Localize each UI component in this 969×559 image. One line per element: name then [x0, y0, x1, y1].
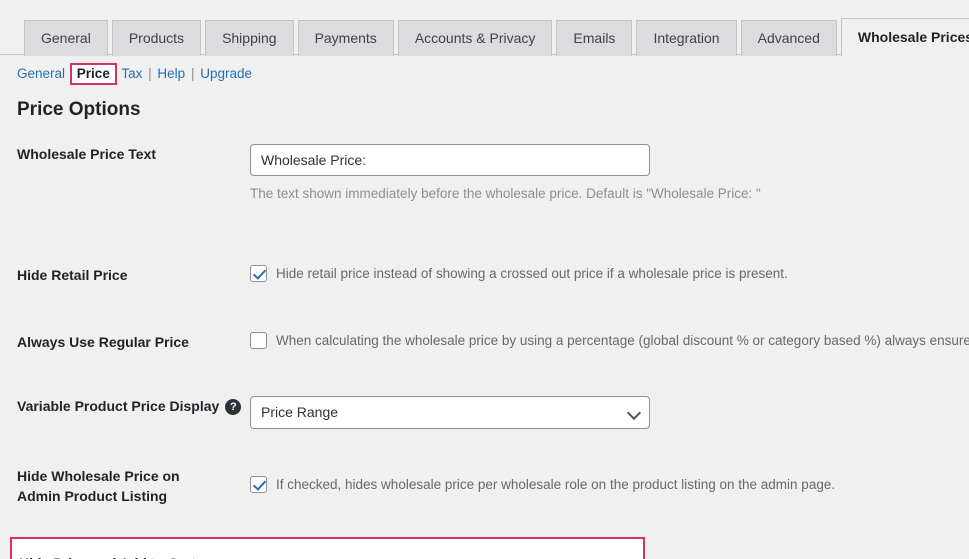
always-use-regular-price-checkbox[interactable]	[250, 332, 267, 349]
tab-general[interactable]: General	[24, 20, 108, 56]
subnav: General Price Tax | Help | Upgrade	[17, 63, 252, 85]
hide-wholesale-price-admin-description: If checked, hides wholesale price per wh…	[276, 477, 836, 492]
label-hide-wholesale-price-admin: Hide Wholesale Price on Admin Product Li…	[0, 466, 250, 506]
row-always-use-regular-price: Always Use Regular Price When calculatin…	[0, 332, 969, 362]
help-tip-icon[interactable]: ?	[225, 399, 242, 416]
hide-wholesale-price-admin-checkbox[interactable]	[250, 476, 267, 493]
subnav-link-price-current[interactable]: Price	[69, 63, 117, 85]
tab-emails[interactable]: Emails	[556, 20, 633, 56]
hide-retail-price-checkbox[interactable]	[250, 265, 267, 282]
tab-integration[interactable]: Integration	[636, 20, 737, 56]
field-wholesale-price-text: The text shown immediately before the wh…	[250, 144, 969, 203]
subnav-link-upgrade[interactable]: Upgrade	[200, 66, 252, 81]
page-title: Price Options	[17, 99, 141, 120]
row-variable-product-price-display: Variable Product Price Display? Price Ra…	[0, 396, 969, 429]
settings-form: Wholesale Price Text The text shown imme…	[0, 144, 969, 559]
tab-accounts-privacy[interactable]: Accounts & Privacy	[397, 20, 553, 56]
label-wholesale-price-text: Wholesale Price Text	[17, 146, 157, 162]
row-hide-price-add-to-cart: Hide Price and Add to Cart button If che…	[10, 537, 645, 559]
hide-retail-price-description: Hide retail price instead of showing a c…	[276, 266, 788, 281]
label-hide-price-add-to-cart-line1: Hide Price and Add to Cart	[19, 553, 252, 559]
row-hide-wholesale-price-admin: Hide Wholesale Price on Admin Product Li…	[0, 466, 969, 506]
tab-shipping[interactable]: Shipping	[205, 20, 294, 56]
label-variable-product-price-display: Variable Product Price Display?	[0, 396, 250, 416]
tab-wholesale-prices[interactable]: Wholesale Prices	[840, 18, 969, 57]
tab-products[interactable]: Products	[111, 20, 202, 56]
label-hide-price-add-to-cart: Hide Price and Add to Cart button	[12, 553, 252, 559]
variable-product-price-display-select[interactable]: Price Range	[250, 396, 650, 429]
label-always-use-regular-price: Always Use Regular Price	[17, 334, 189, 350]
wholesale-prices-settings-page: General Products Shipping Payments Accou…	[0, 0, 969, 559]
subnav-separator-2: |	[190, 66, 195, 81]
label-variable-product-price-display-text: Variable Product Price Display	[17, 398, 220, 414]
subnav-link-general[interactable]: General	[17, 66, 65, 81]
label-hide-retail-price: Hide Retail Price	[17, 267, 128, 283]
subnav-separator-1: |	[148, 66, 152, 81]
label-hide-wholesale-price-admin-line1: Hide Wholesale Price on	[17, 468, 180, 484]
field-hide-price-add-to-cart: If checked, hides price and add to cart …	[252, 553, 643, 559]
help-wholesale-price-text: The text shown immediately before the wh…	[250, 186, 761, 201]
field-always-use-regular-price: When calculating the wholesale price by …	[250, 332, 969, 350]
field-hide-retail-price: Hide retail price instead of showing a c…	[250, 265, 969, 283]
subnav-link-tax[interactable]: Tax	[121, 66, 142, 81]
field-variable-product-price-display: Price Range	[250, 396, 969, 429]
subnav-link-help[interactable]: Help	[157, 66, 185, 81]
settings-tab-bar: General Products Shipping Payments Accou…	[0, 18, 969, 57]
always-use-regular-price-description: When calculating the wholesale price by …	[276, 333, 969, 348]
tab-payments[interactable]: Payments	[297, 20, 394, 56]
field-hide-wholesale-price-admin: If checked, hides wholesale price per wh…	[250, 466, 969, 494]
tab-advanced[interactable]: Advanced	[740, 20, 837, 56]
row-wholesale-price-text: Wholesale Price Text The text shown imme…	[0, 144, 969, 203]
row-hide-retail-price: Hide Retail Price Hide retail price inst…	[0, 265, 969, 295]
wholesale-price-text-input[interactable]	[250, 144, 650, 176]
label-hide-wholesale-price-admin-line2: Admin Product Listing	[17, 488, 168, 504]
